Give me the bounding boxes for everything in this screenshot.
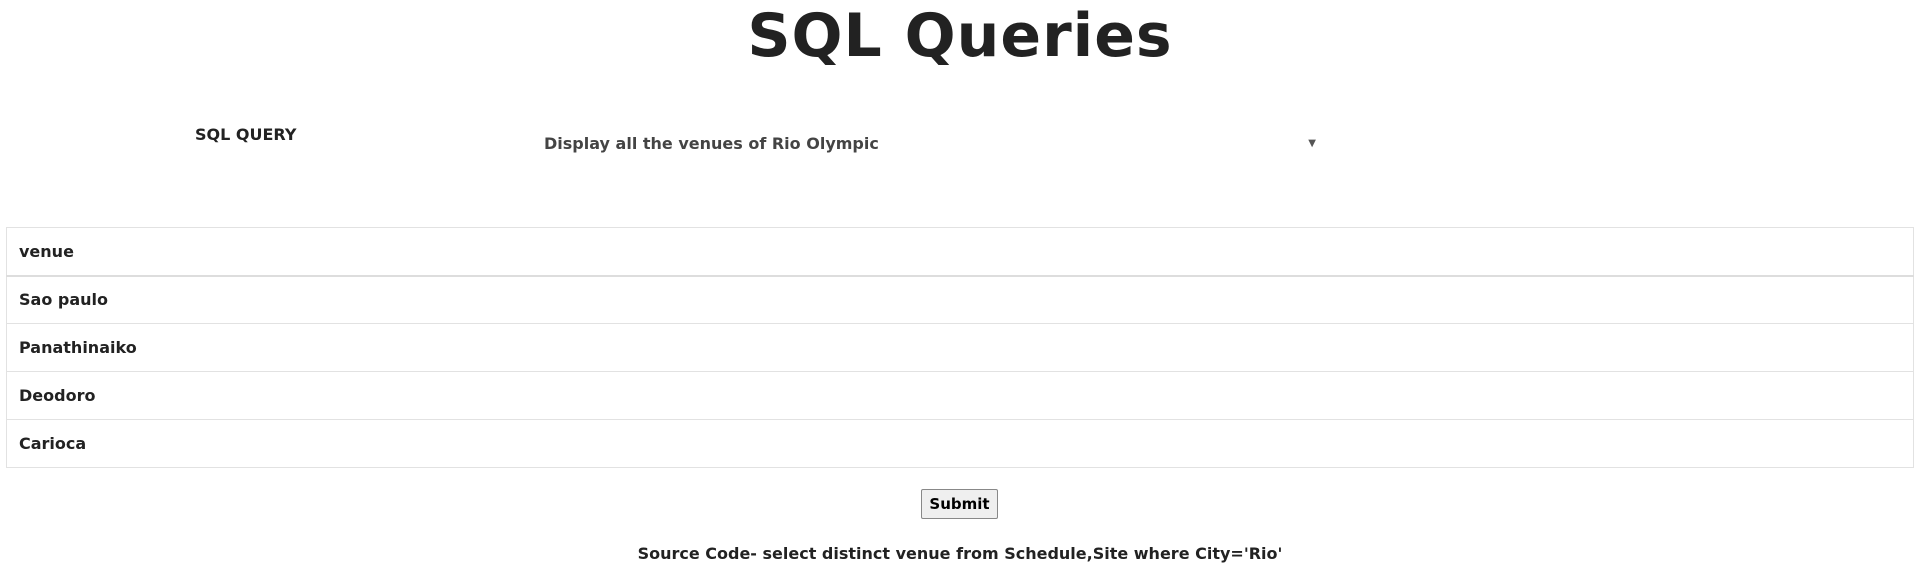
table-cell: Panathinaiko xyxy=(6,323,1914,372)
table-cell: Sao paulo xyxy=(6,275,1914,324)
results-table: venue Sao paulo Panathinaiko Deodoro Car… xyxy=(6,227,1914,468)
table-row: Carioca xyxy=(6,419,1914,468)
page-title: SQL Queries xyxy=(747,1,1173,71)
table-row: Sao paulo xyxy=(6,275,1914,324)
table-row: Deodoro xyxy=(6,371,1914,420)
selected-query: Display all the venues of Rio Olympic xyxy=(544,133,879,153)
table-cell: Deodoro xyxy=(6,371,1914,420)
table-header-row: venue xyxy=(6,227,1914,277)
sql-query-select[interactable]: Display all the venues of Rio Olympic ▼ xyxy=(530,128,1330,158)
source-code-text: Source Code- select distinct venue from … xyxy=(637,544,1283,563)
dropdown-arrow-icon: ▼ xyxy=(1308,137,1316,149)
table-row: Panathinaiko xyxy=(6,323,1914,372)
sql-query-label: SQL QUERY xyxy=(195,125,297,144)
column-header-venue: venue xyxy=(6,227,1914,277)
submit-button[interactable]: Submit xyxy=(921,489,998,519)
table-cell: Carioca xyxy=(6,419,1914,468)
